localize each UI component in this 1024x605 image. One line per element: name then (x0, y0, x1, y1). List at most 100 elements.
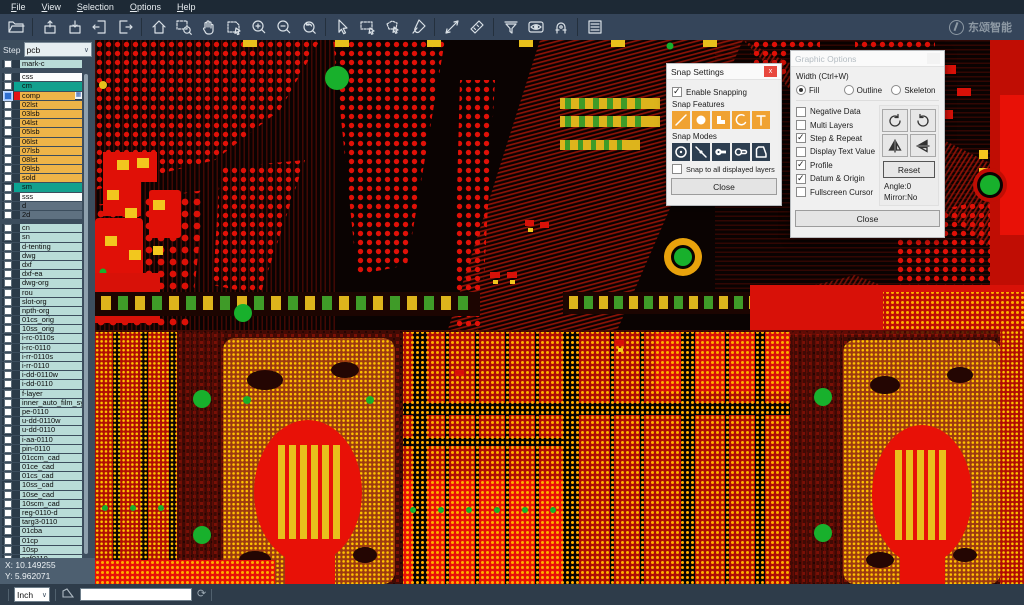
import-up-icon[interactable] (37, 16, 62, 38)
step-combobox[interactable]: pcb ∨ (24, 42, 93, 57)
layer-row-i-aa-0110[interactable]: i-aa-0110 (2, 436, 82, 444)
option-multi-layers[interactable]: Multi Layers (796, 118, 879, 131)
layer-visibility-checkbox[interactable] (4, 101, 12, 109)
layer-visibility-checkbox[interactable] (4, 380, 12, 388)
layer-visibility-checkbox[interactable] (4, 252, 12, 260)
layer-row-i-rr-0110[interactable]: i-rr-0110 (2, 362, 82, 370)
command-input[interactable] (80, 588, 192, 601)
close-icon[interactable] (927, 53, 940, 64)
layer-visibility-checkbox[interactable] (4, 344, 12, 352)
highlight-eye-icon[interactable] (523, 16, 548, 38)
layer-row-dwg-org[interactable]: dwg-org (2, 279, 82, 287)
snap-corner-button[interactable] (712, 111, 730, 129)
close-icon[interactable]: x (764, 66, 777, 77)
menu-help[interactable]: Help (170, 2, 203, 12)
layer-visibility-checkbox[interactable] (4, 316, 12, 324)
filter-icon[interactable] (498, 16, 523, 38)
layer-visibility-checkbox[interactable] (4, 184, 12, 192)
option-step-repeat[interactable]: Step & Repeat (796, 132, 879, 145)
rotate-ccw-button[interactable] (910, 109, 936, 132)
layer-row-06lst[interactable]: 06lst (2, 138, 82, 146)
mode-center-button[interactable] (672, 143, 690, 161)
layer-list-scrollbar[interactable] (84, 74, 88, 554)
layer-row-01cs_cad[interactable]: 01cs_cad (2, 472, 82, 480)
layer-visibility-checkbox[interactable] (4, 138, 12, 146)
layer-row-i-dd-0110w[interactable]: i-dd-0110w (2, 371, 82, 379)
layer-row-mark-c[interactable]: mark-c (2, 60, 82, 68)
layer-visibility-checkbox[interactable] (4, 202, 12, 210)
layer-visibility-checkbox[interactable] (4, 165, 12, 173)
layer-row-css[interactable]: css (2, 73, 82, 81)
layer-row-comp[interactable]: comp▦ (2, 92, 82, 100)
layer-visibility-checkbox[interactable] (4, 156, 12, 164)
layer-row-2d[interactable]: 2d (2, 211, 82, 219)
measure-line-icon[interactable] (439, 16, 464, 38)
select-polygon-icon[interactable] (380, 16, 405, 38)
radio-fill[interactable]: Fill (796, 85, 844, 95)
layer-row-10scm_cad[interactable]: 10scm_cad (2, 500, 82, 508)
layer-row-rou[interactable]: rou (2, 289, 82, 297)
snap-all-layers-checkbox[interactable] (672, 164, 682, 174)
layer-visibility-checkbox[interactable] (4, 527, 12, 535)
layer-visibility-checkbox[interactable] (4, 60, 12, 68)
layer-visibility-checkbox[interactable] (4, 491, 12, 499)
pan-hand-icon[interactable] (196, 16, 221, 38)
radio-outline[interactable]: Outline (844, 85, 892, 95)
menu-file[interactable]: File (4, 2, 33, 12)
layer-visibility-checkbox[interactable] (4, 518, 12, 526)
snap-magnet-icon[interactable] (548, 16, 573, 38)
layer-row-02lst[interactable]: 02lst (2, 101, 82, 109)
graphic-close-button[interactable]: Close (795, 210, 940, 227)
radio-dot[interactable] (796, 85, 806, 95)
snap-text-button[interactable] (752, 111, 770, 129)
zoom-window-icon[interactable] (171, 16, 196, 38)
option-display-text-value[interactable]: Display Text Value (796, 145, 879, 158)
layer-row-reg-0110-d[interactable]: reg-0110-d (2, 509, 82, 517)
layer-row-i-rr-0110s[interactable]: i-rr-0110s (2, 353, 82, 361)
layer-visibility-checkbox[interactable] (4, 243, 12, 251)
layer-edit-badge[interactable]: ▦ (75, 92, 82, 99)
option-fullscreen-cursor[interactable]: Fullscreen Cursor (796, 185, 879, 198)
layer-row-targ3-0110[interactable]: targ3-0110 (2, 518, 82, 526)
layer-visibility-checkbox[interactable] (4, 298, 12, 306)
select-cursor-icon[interactable] (330, 16, 355, 38)
draw-shape-icon[interactable] (61, 586, 75, 604)
option-checkbox[interactable] (796, 120, 806, 130)
layer-visibility-checkbox[interactable] (4, 399, 12, 407)
layer-visibility-checkbox[interactable] (4, 371, 12, 379)
layer-row-10ss_orig[interactable]: 10ss_orig (2, 325, 82, 333)
snap-pad-button[interactable] (692, 111, 710, 129)
layer-row-09lsb[interactable]: 09lsb (2, 165, 82, 173)
zoom-out-icon[interactable] (271, 16, 296, 38)
layer-row-i-dd-0110[interactable]: i-dd-0110 (2, 380, 82, 388)
option-checkbox[interactable] (796, 160, 806, 170)
layer-row-01cp[interactable]: 01cp (2, 537, 82, 545)
layer-row-dxf-ea[interactable]: dxf-ea (2, 270, 82, 278)
layer-row-cn[interactable]: cn (2, 224, 82, 232)
layer-row-01cba[interactable]: 01cba (2, 527, 82, 535)
option-checkbox[interactable] (796, 107, 806, 117)
layer-visibility-checkbox[interactable] (4, 537, 12, 545)
zoom-polygon-icon[interactable] (221, 16, 246, 38)
measure-ruler-icon[interactable] (464, 16, 489, 38)
layer-row-pe-0110[interactable]: pe-0110 (2, 408, 82, 416)
snap-close-button[interactable]: Close (671, 178, 777, 195)
menu-selection[interactable]: Selection (70, 2, 121, 12)
layer-row-03lsb[interactable]: 03lsb (2, 110, 82, 118)
layer-row-i-rc-0110s[interactable]: i-rc-0110s (2, 334, 82, 342)
option-datum-origin[interactable]: Datum & Origin (796, 172, 879, 185)
layer-visibility-checkbox[interactable] (4, 110, 12, 118)
mode-pad-outline-button[interactable] (732, 143, 750, 161)
layer-visibility-checkbox[interactable] (4, 270, 12, 278)
layer-visibility-checkbox[interactable] (4, 211, 12, 219)
radio-skeleton[interactable]: Skeleton (891, 85, 939, 95)
layer-row-sm[interactable]: sm (2, 183, 82, 191)
layer-visibility-checkbox[interactable] (4, 408, 12, 416)
layer-visibility-checkbox[interactable] (4, 82, 12, 90)
layer-visibility-checkbox[interactable] (4, 119, 12, 127)
layer-row-08lst[interactable]: 08lst (2, 156, 82, 164)
layer-row-10sp[interactable]: 10sp (2, 546, 82, 554)
option-checkbox[interactable] (796, 133, 806, 143)
layer-row-i-rc-0110[interactable]: i-rc-0110 (2, 344, 82, 352)
option-checkbox[interactable] (796, 147, 806, 157)
